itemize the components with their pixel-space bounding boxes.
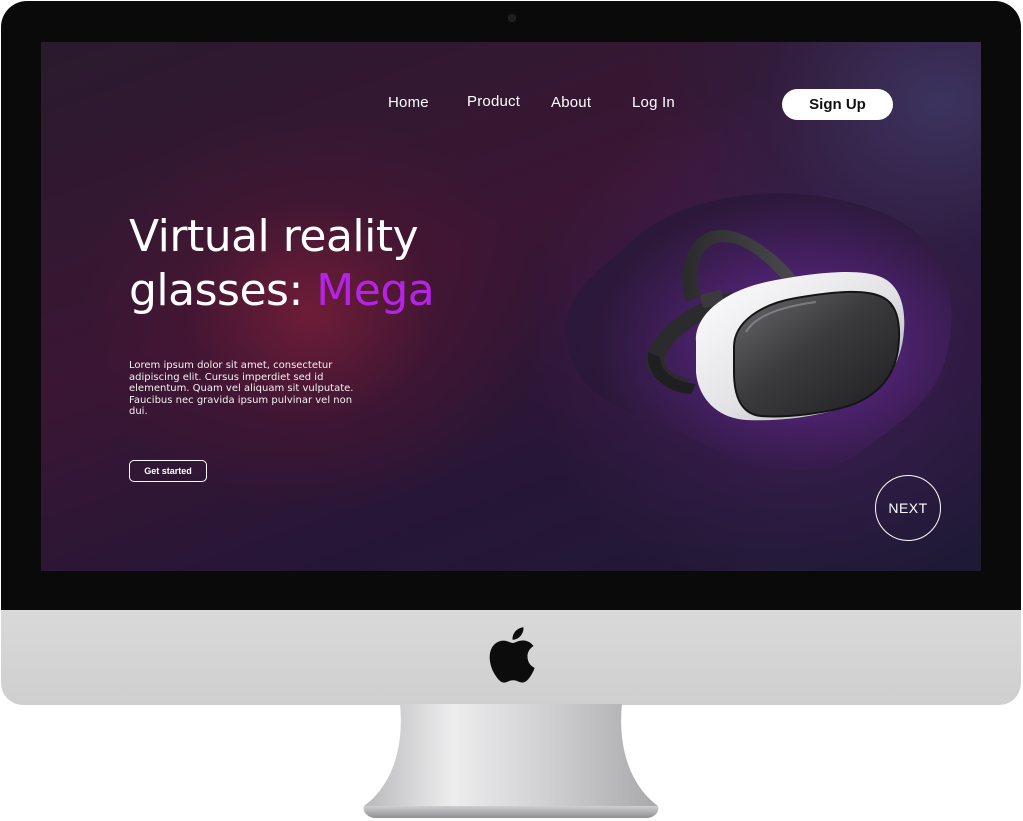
top-navigation: Home Product About Log In Sign Up	[41, 42, 981, 142]
imac-mockup: Home Product About Log In Sign Up Virtua…	[0, 0, 1023, 821]
nav-product-link[interactable]: Product	[467, 93, 520, 110]
monitor-stand	[363, 704, 659, 818]
hero-title-accent: Mega	[316, 265, 435, 316]
monitor-chin	[1, 610, 1021, 705]
hero-title-line2: glasses:	[129, 265, 317, 316]
hero-title-line1: Virtual reality	[129, 211, 419, 262]
get-started-button[interactable]: Get started	[129, 460, 207, 482]
apple-logo-icon	[489, 627, 535, 683]
signup-button[interactable]: Sign Up	[782, 89, 893, 120]
nav-login-link[interactable]: Log In	[632, 94, 675, 111]
vr-headset-icon	[646, 230, 905, 421]
landing-page-screen: Home Product About Log In Sign Up Virtua…	[41, 42, 981, 571]
hero-description: Lorem ipsum dolor sit amet, consectetur …	[129, 360, 354, 417]
nav-about-link[interactable]: About	[551, 94, 591, 111]
nav-home-link[interactable]: Home	[388, 94, 429, 111]
hero-title: Virtual reality glasses: Mega	[129, 210, 549, 318]
camera-icon	[508, 14, 516, 22]
next-button[interactable]: NEXT	[875, 475, 941, 541]
